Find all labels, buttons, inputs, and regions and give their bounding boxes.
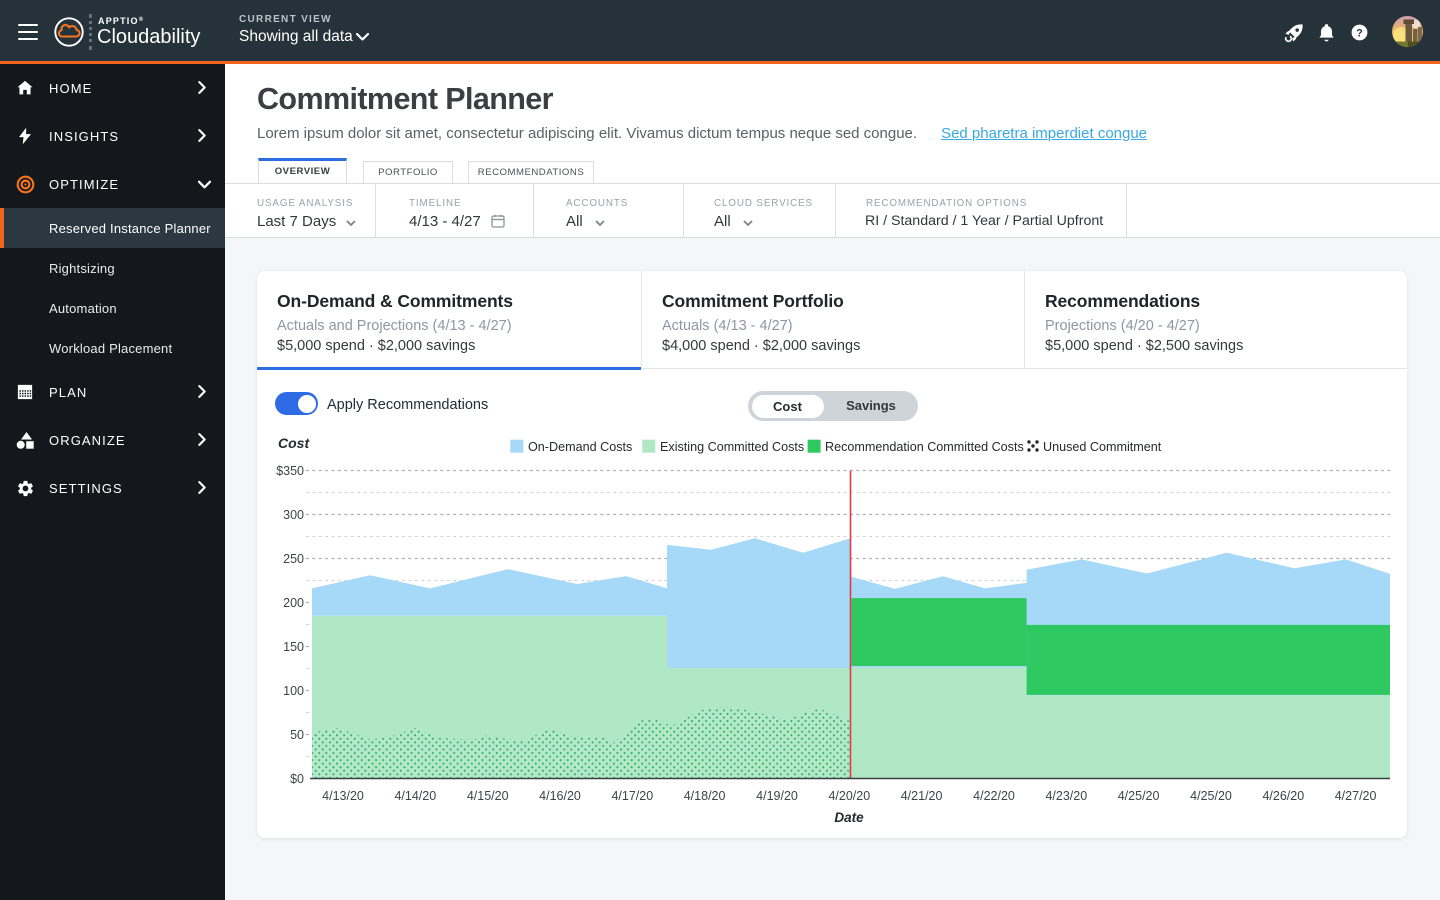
svg-text:4/22/20: 4/22/20 bbox=[973, 789, 1015, 803]
svg-text:4/15/20: 4/15/20 bbox=[467, 789, 509, 803]
svg-text:4/23/20: 4/23/20 bbox=[1045, 789, 1087, 803]
svg-text:50: 50 bbox=[290, 728, 304, 742]
svg-text:4/16/20: 4/16/20 bbox=[539, 789, 581, 803]
svg-text:250: 250 bbox=[283, 552, 304, 566]
svg-text:Cost: Cost bbox=[278, 435, 310, 451]
svg-text:4/27/20: 4/27/20 bbox=[1335, 789, 1377, 803]
svg-text:4/21/20: 4/21/20 bbox=[901, 789, 943, 803]
svg-text:200: 200 bbox=[283, 596, 304, 610]
svg-text:4/25/20: 4/25/20 bbox=[1190, 789, 1232, 803]
svg-text:Existing Committed Costs: Existing Committed Costs bbox=[660, 440, 804, 454]
svg-text:4/19/20: 4/19/20 bbox=[756, 789, 798, 803]
svg-text:Recommendation Committed Costs: Recommendation Committed Costs bbox=[825, 440, 1024, 454]
svg-text:On-Demand Costs: On-Demand Costs bbox=[528, 440, 632, 454]
svg-text:Date: Date bbox=[834, 810, 864, 825]
svg-text:100: 100 bbox=[283, 684, 304, 698]
svg-text:4/18/20: 4/18/20 bbox=[684, 789, 726, 803]
svg-text:Unused Commitment: Unused Commitment bbox=[1043, 440, 1162, 454]
svg-text:$0: $0 bbox=[290, 772, 304, 786]
svg-text:300: 300 bbox=[283, 508, 304, 522]
svg-text:4/20/20: 4/20/20 bbox=[828, 789, 870, 803]
svg-text:150: 150 bbox=[283, 640, 304, 654]
svg-text:4/17/20: 4/17/20 bbox=[611, 789, 653, 803]
svg-text:?: ? bbox=[1356, 27, 1363, 39]
svg-text:4/26/20: 4/26/20 bbox=[1262, 789, 1304, 803]
svg-text:4/14/20: 4/14/20 bbox=[394, 789, 436, 803]
svg-text:4/25/20: 4/25/20 bbox=[1118, 789, 1160, 803]
svg-text:$350: $350 bbox=[276, 464, 304, 478]
svg-text:4/13/20: 4/13/20 bbox=[322, 789, 364, 803]
